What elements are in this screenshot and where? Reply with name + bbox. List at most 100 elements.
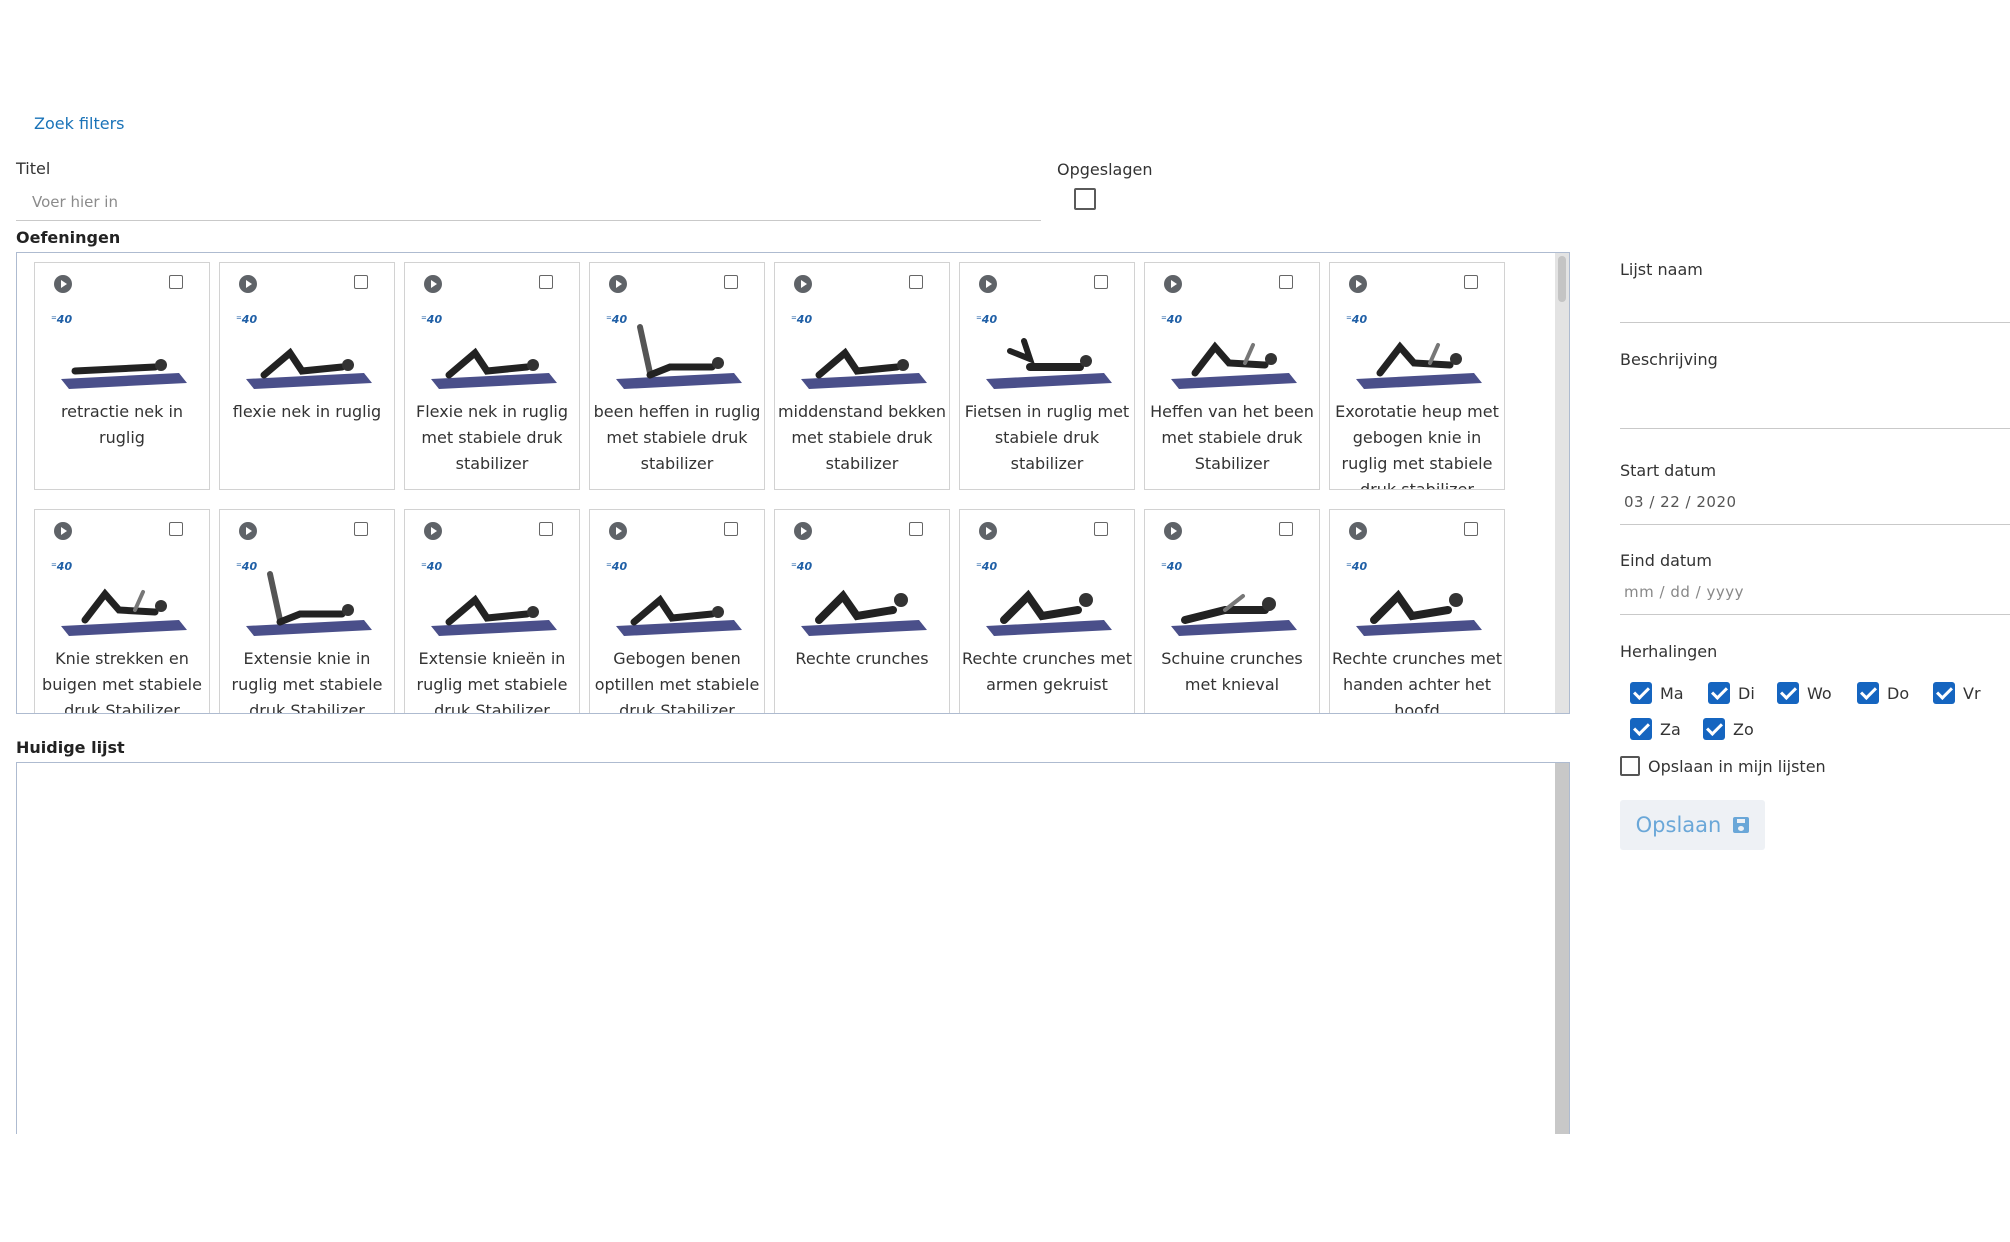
exercise-card[interactable]: ⁼40 flexie nek in ruglig (219, 262, 395, 490)
day-checkbox-wo[interactable]: Wo (1777, 682, 1832, 704)
select-checkbox[interactable] (354, 275, 368, 289)
check-icon (1703, 718, 1725, 740)
start-date-input[interactable]: 03 / 22 / 2020 (1624, 493, 1737, 511)
exercise-illustration (1356, 341, 1482, 389)
exercise-name: Gebogen benen optillen met stabiele druk… (594, 649, 760, 714)
select-checkbox[interactable] (169, 275, 183, 289)
exercise-name: middenstand bekken met stabiele druk sta… (777, 402, 947, 473)
end-date-input[interactable]: mm / dd / yyyy (1624, 583, 1744, 601)
select-checkbox[interactable] (1094, 522, 1108, 536)
play-icon[interactable] (794, 522, 812, 540)
check-icon (1857, 682, 1879, 704)
exercise-illustration (616, 594, 742, 636)
exercise-card[interactable]: ⁼40 Heffen van het been met stabiele druk… (1144, 262, 1320, 490)
exercise-illustration (246, 347, 372, 389)
select-checkbox[interactable] (539, 275, 553, 289)
day-checkbox-vr[interactable]: Vr (1933, 682, 1981, 704)
check-icon (1933, 682, 1955, 704)
play-icon[interactable] (794, 275, 812, 293)
current-list-scrollbar[interactable] (1555, 763, 1569, 1134)
title-label: Titel (16, 159, 51, 178)
day-checkbox-do[interactable]: Do (1857, 682, 1909, 704)
exercise-illustration (986, 589, 1112, 636)
current-list-area[interactable] (16, 762, 1570, 1134)
exercise-name: Exorotatie heup met gebogen knie in rugl… (1335, 402, 1499, 490)
select-checkbox[interactable] (724, 522, 738, 536)
exercise-scrollbar[interactable] (1555, 253, 1569, 713)
play-icon[interactable] (424, 275, 442, 293)
play-icon[interactable] (424, 522, 442, 540)
play-icon[interactable] (1164, 522, 1182, 540)
check-icon (1708, 682, 1730, 704)
save-in-my-lists-checkbox[interactable]: Opslaan in mijn lijsten (1620, 756, 1826, 776)
check-icon (1777, 682, 1799, 704)
exercise-name: Flexie nek in ruglig met stabiele druk s… (416, 402, 568, 473)
exercise-card[interactable]: ⁼40 Flexie nek in ruglig met stabiele dru… (404, 262, 580, 490)
select-checkbox[interactable] (539, 522, 553, 536)
save-button[interactable]: Opslaan (1620, 800, 1765, 850)
search-filters-link[interactable]: Zoek filters (34, 114, 125, 133)
exercise-card[interactable]: ⁼40 Extensie knieën in ruglig met stabiel… (404, 509, 580, 714)
play-icon[interactable] (609, 522, 627, 540)
exercise-card[interactable]: ⁼40 been heffen in ruglig met stabiele dr… (589, 262, 765, 490)
select-checkbox[interactable] (724, 275, 738, 289)
exercise-card[interactable]: ⁼40 middenstand bekken met stabiele druk … (774, 262, 950, 490)
exercise-card[interactable]: ⁼40 Fietsen in ruglig met stabiele druk s… (959, 262, 1135, 490)
list-name-input[interactable] (1620, 322, 2010, 323)
current-list-label: Huidige lijst (16, 738, 125, 757)
select-checkbox[interactable] (909, 522, 923, 536)
exercise-illustration (61, 359, 187, 389)
description-input[interactable] (1620, 428, 2010, 429)
exercise-card[interactable]: ⁼40 Rechte crunches (774, 509, 950, 713)
play-icon[interactable] (609, 275, 627, 293)
exercise-card[interactable]: ⁼40 retractie nek in ruglig (34, 262, 210, 490)
repeat-label: Herhalingen (1620, 642, 1718, 661)
exercise-illustration (431, 594, 557, 636)
play-icon[interactable] (54, 275, 72, 293)
exercise-card[interactable]: ⁼40 Schuine crunches met knieval (1144, 509, 1320, 713)
select-checkbox[interactable] (1464, 275, 1478, 289)
exercise-illustration (1171, 341, 1297, 389)
exercises-label: Oefeningen (16, 228, 121, 247)
exercise-card[interactable]: ⁼40 Extensie knie in ruglig met stabiele … (219, 509, 395, 714)
play-icon[interactable] (54, 522, 72, 540)
exercise-name: been heffen in ruglig met stabiele druk … (593, 402, 761, 473)
saved-checkbox[interactable] (1074, 188, 1096, 210)
exercise-name: Extensie knie in ruglig met stabiele dru… (231, 649, 383, 714)
exercise-card[interactable]: ⁼40 Rechte crunches met handen achter het… (1329, 509, 1505, 714)
exercise-card[interactable]: ⁼40 Exorotatie heup met gebogen knie in r… (1329, 262, 1505, 490)
select-checkbox[interactable] (1464, 522, 1478, 536)
exercise-card[interactable]: ⁼40 Knie strekken en buigen met stabiele … (34, 509, 210, 713)
exercise-name: flexie nek in ruglig (232, 402, 382, 421)
exercise-illustration (616, 324, 742, 389)
exercise-name: Extensie knieën in ruglig met stabiele d… (416, 649, 568, 714)
play-icon[interactable] (1349, 522, 1367, 540)
play-icon[interactable] (239, 522, 257, 540)
exercise-card[interactable]: ⁼40 Rechte crunches met armen gekruist (959, 509, 1135, 713)
title-input[interactable] (16, 183, 1041, 221)
list-name-label: Lijst naam (1620, 260, 1703, 279)
select-checkbox[interactable] (909, 275, 923, 289)
exercise-card[interactable]: ⁼40 Gebogen benen optillen met stabiele d… (589, 509, 765, 714)
day-checkbox-zo[interactable]: Zo (1703, 718, 1754, 740)
day-checkbox-ma[interactable]: Ma (1630, 682, 1684, 704)
select-checkbox[interactable] (169, 522, 183, 536)
exercise-grid: ⁼40 Rechte crunches met handen achter het… (16, 252, 1570, 714)
select-checkbox[interactable] (1094, 275, 1108, 289)
check-icon (1630, 718, 1652, 740)
select-checkbox[interactable] (1279, 275, 1293, 289)
exercise-name: Heffen van het been met stabiele druk St… (1150, 402, 1314, 473)
play-icon[interactable] (1164, 275, 1182, 293)
select-checkbox[interactable] (354, 522, 368, 536)
play-icon[interactable] (979, 522, 997, 540)
select-checkbox[interactable] (1279, 522, 1293, 536)
exercise-illustration (61, 588, 187, 636)
exercise-name: Rechte crunches met handen achter het ho… (1332, 649, 1502, 714)
play-icon[interactable] (979, 275, 997, 293)
exercise-illustration (246, 571, 372, 636)
day-checkbox-za[interactable]: Za (1630, 718, 1681, 740)
play-icon[interactable] (1349, 275, 1367, 293)
day-checkbox-di[interactable]: Di (1708, 682, 1755, 704)
play-icon[interactable] (239, 275, 257, 293)
floppy-disk-icon (1733, 817, 1750, 833)
